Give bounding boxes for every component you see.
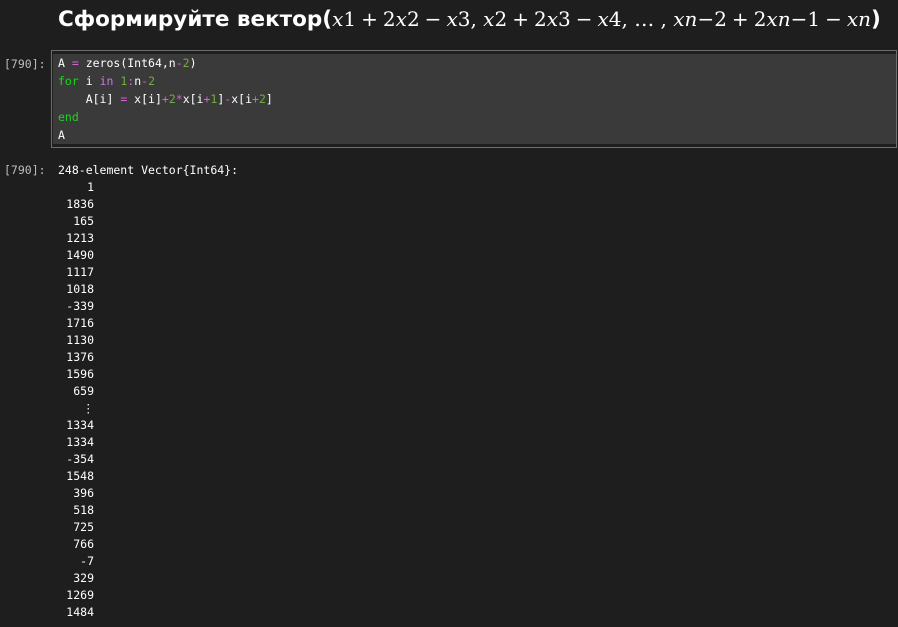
output-value: -354 [66, 452, 94, 466]
math-token: 3, [457, 7, 484, 31]
math-token: x [597, 7, 609, 31]
output-value: 659 [73, 384, 94, 398]
output-value: 518 [73, 503, 94, 517]
math-token: − [575, 7, 593, 31]
code-line: A = zeros(Int64,n-2) [58, 55, 197, 72]
output-prompt: [790]: [4, 163, 46, 177]
math-token: 1 [343, 7, 357, 31]
output-value: 1 [87, 180, 94, 194]
code-token: + [161, 92, 169, 106]
heading-math: x1 +2x2− x3, x2 +2x3− x4, … , xn−2 +2xn−1− xn [332, 7, 871, 31]
code-token: - [175, 56, 183, 70]
output-value: -339 [66, 299, 94, 313]
math-token: x [332, 7, 344, 31]
heading-close: ) [871, 7, 881, 32]
code-token: 2 [258, 92, 266, 106]
math-token: − [825, 7, 842, 31]
code-token: 2 [182, 56, 190, 70]
code-token: end [58, 110, 79, 124]
code-token: x[i [182, 92, 204, 106]
markdown-heading: Сформируйте вектор(x1 +2x2− x3, x2 +2x3− x4,… [58, 2, 881, 36]
output-value: 165 [73, 214, 94, 228]
code-token: A [58, 128, 65, 142]
code-token: 2 [148, 74, 156, 88]
math-token: 2 [533, 7, 547, 31]
output-value: 1484 [66, 605, 94, 619]
output-value: 1596 [66, 367, 94, 381]
math-token: x [446, 7, 458, 31]
code-line: A [58, 127, 65, 144]
code-token: for [58, 74, 79, 88]
code-line: for i in 1:n-2 [58, 73, 155, 90]
output-value: 1376 [66, 350, 94, 364]
input-prompt: [790]: [4, 57, 46, 71]
code-token: = [71, 56, 79, 70]
code-line: A[i] = x[i]+2*x[i+1]-x[i+2] [58, 91, 273, 108]
output-value: 1130 [66, 333, 94, 347]
output-value: 1269 [66, 588, 94, 602]
math-token: + [731, 7, 749, 31]
code-token: A [58, 56, 72, 70]
code-cell[interactable]: A = zeros(Int64,n-2) for i in 1:n-2 A[i] … [51, 50, 897, 148]
math-token: xn [766, 7, 791, 31]
output-value: 1548 [66, 469, 94, 483]
code-token: 2 [168, 92, 176, 106]
math-token: 2 [753, 7, 767, 31]
math-token: 2 [406, 7, 420, 31]
math-token: x [546, 7, 558, 31]
code-token: x[i] [127, 92, 162, 106]
output-value: 1334 [66, 435, 94, 449]
math-token: xn [673, 7, 698, 31]
code-token: zeros(Int64,n [78, 56, 176, 70]
math-token: 4, … , [608, 7, 674, 31]
output-header: 248-element Vector{Int64}: [58, 163, 239, 177]
output-value: 329 [73, 571, 94, 585]
heading-text: Сформируйте вектор( [58, 7, 333, 32]
output-value: 396 [73, 486, 94, 500]
math-token: 2 [382, 7, 396, 31]
math-token: −2 [697, 7, 727, 31]
output-value: 1716 [66, 316, 94, 330]
code-token: in [99, 74, 114, 88]
math-token: + [512, 7, 529, 31]
math-token: 3 [557, 7, 571, 31]
output-value: 725 [73, 520, 94, 534]
output-value: 1836 [66, 197, 94, 211]
math-token: 2 [494, 7, 508, 31]
code-line: end [58, 109, 79, 126]
output-value: 1117 [66, 265, 94, 279]
output-value: 1213 [66, 231, 94, 245]
output-value: 766 [73, 537, 94, 551]
code-token: A[i] [58, 92, 121, 106]
code-token: x[i [231, 92, 252, 106]
math-token: − [424, 7, 442, 31]
math-token: + [361, 7, 378, 31]
output-values: 1 1836 165 1213 1490 1117 1018 -339 1716 1130 1376… [58, 179, 94, 621]
math-token: xn [846, 7, 872, 31]
output-value: 1490 [66, 248, 94, 262]
code-token: ) [189, 56, 197, 70]
code-token: + [252, 92, 259, 106]
output-value: -7 [80, 554, 94, 568]
output-value: 1018 [66, 282, 94, 296]
math-token: −1 [790, 7, 821, 31]
output-value: 1334 [66, 418, 94, 432]
code-token: i [78, 74, 100, 88]
math-token: x [395, 7, 407, 31]
math-token: x [483, 7, 495, 31]
code-token: * [175, 92, 183, 106]
code-token: ] [265, 92, 273, 106]
output-value: ⋮ [82, 401, 95, 415]
